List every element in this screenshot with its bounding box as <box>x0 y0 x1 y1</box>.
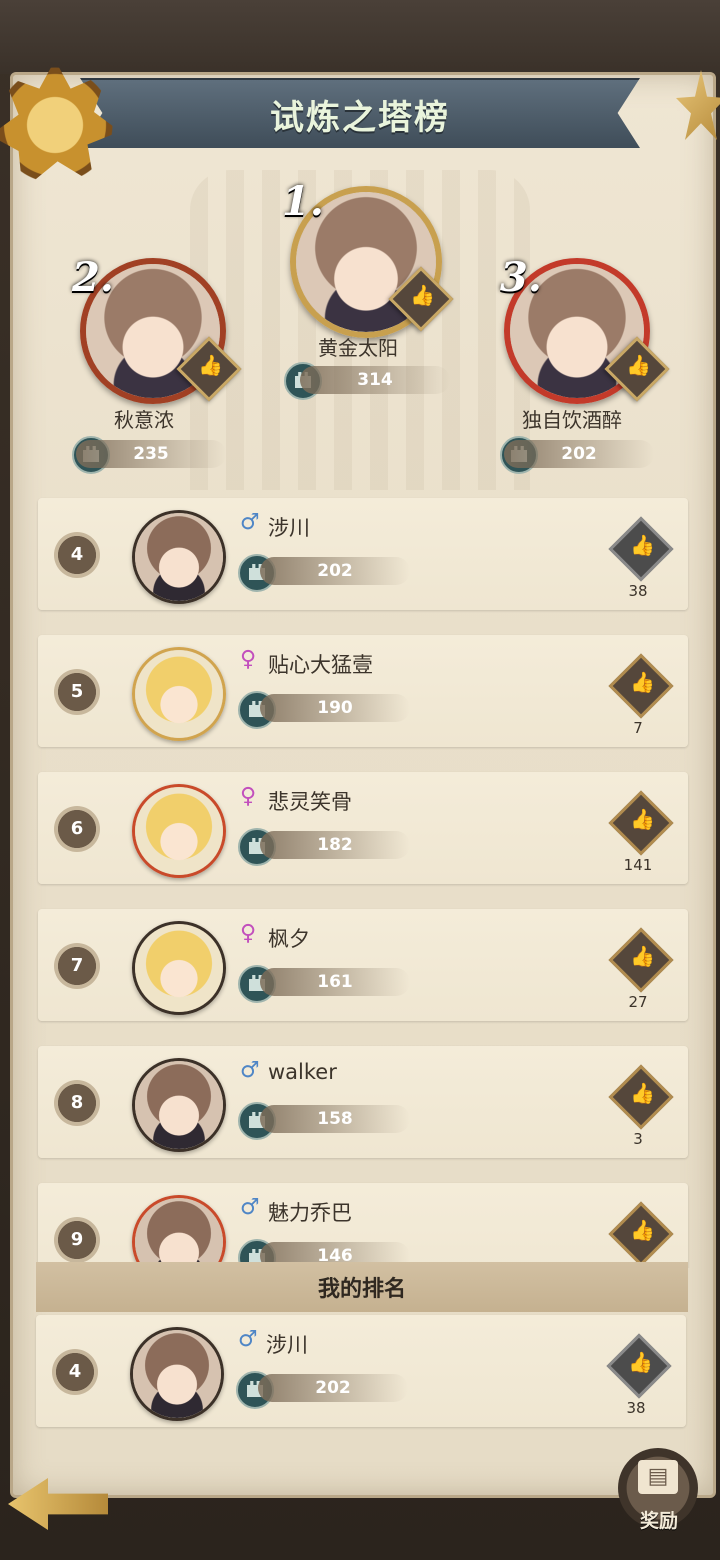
avatar[interactable] <box>132 921 226 1015</box>
rank-badge: 4 <box>52 1349 98 1395</box>
female-icon: ♀ <box>240 921 257 946</box>
my-rank-row[interactable]: 4 ♂ 涉川 202 👍 38 <box>36 1315 686 1427</box>
thumbs-up-icon: 👍 <box>410 282 435 307</box>
like-count: 38 <box>626 1399 646 1417</box>
avatar[interactable] <box>132 1195 226 1268</box>
male-icon: ♂ <box>238 1327 258 1352</box>
like-button[interactable]: 👍 <box>608 927 674 993</box>
list-item[interactable]: 8 ♂ walker 158 👍 3 <box>38 1046 688 1158</box>
male-icon: ♂ <box>240 510 260 535</box>
like-button[interactable]: 👍 <box>608 790 674 856</box>
top-band <box>0 0 720 74</box>
like-button[interactable]: 👍 <box>608 1201 674 1267</box>
avatar[interactable] <box>132 510 226 604</box>
like-button[interactable]: 👍 <box>608 1064 674 1130</box>
thumbs-up-icon: 👍 <box>630 943 655 968</box>
list-item[interactable]: 5 ♀ 贴心大猛壹 190 👍 7 <box>38 635 688 747</box>
score: 182 <box>260 831 410 859</box>
male-icon: ♂ <box>240 1058 260 1083</box>
thumbs-up-icon: 👍 <box>626 352 651 377</box>
avatar-portrait <box>133 1330 221 1418</box>
avatar[interactable] <box>132 647 226 741</box>
rank-badge: 9 <box>54 1217 100 1263</box>
thumbs-up-icon: 👍 <box>198 352 223 377</box>
player-name: walker <box>268 1060 337 1084</box>
podium-score-1: 314 <box>300 366 450 394</box>
score: 190 <box>260 694 410 722</box>
like-count: 27 <box>628 993 648 1011</box>
title-banner: 试炼之塔榜 <box>80 78 640 148</box>
avatar-portrait <box>135 650 223 738</box>
thumbs-up-icon: 👍 <box>628 1349 653 1374</box>
like-button[interactable]: 👍 <box>608 653 674 719</box>
page-title: 试炼之塔榜 <box>270 97 450 138</box>
podium-name-1: 黄金太阳 <box>318 336 398 360</box>
female-icon: ♀ <box>240 647 257 672</box>
male-icon: ♂ <box>240 1195 260 1220</box>
podium-rank-2: 2. <box>72 254 114 301</box>
podium-name-3: 独自饮酒醉 <box>522 408 622 432</box>
rank-badge: 8 <box>54 1080 100 1126</box>
thumbs-up-icon: 👍 <box>630 1080 655 1105</box>
score: 161 <box>260 968 410 996</box>
like-count: 38 <box>628 582 648 600</box>
like-button[interactable]: 👍 <box>608 516 674 582</box>
reward-map-icon: ▤ <box>638 1460 678 1494</box>
podium-rank-3: 3. <box>500 254 542 301</box>
female-icon: ♀ <box>240 784 257 809</box>
rank-badge: 7 <box>54 943 100 989</box>
thumbs-up-icon: 👍 <box>630 532 655 557</box>
like-button[interactable]: 👍 <box>606 1333 672 1399</box>
my-rank-title: 我的排名 <box>317 1277 406 1302</box>
avatar[interactable] <box>132 1058 226 1152</box>
like-count: 7 <box>633 719 643 737</box>
thumbs-up-icon: 👍 <box>630 806 655 831</box>
my-rank-header: 我的排名 <box>36 1262 688 1312</box>
player-name: 涉川 <box>268 516 310 540</box>
avatar-portrait <box>135 1198 223 1268</box>
score: 202 <box>260 557 410 585</box>
podium-score-2: 235 <box>76 440 226 468</box>
list-item[interactable]: 4 ♂ 涉川 202 👍 38 <box>38 498 688 610</box>
ranking-list[interactable]: 4 ♂ 涉川 202 👍 38 5 ♀ 贴心大猛壹 190 👍 7 6 ♀ 悲灵… <box>0 480 720 1268</box>
podium-name-2: 秋意浓 <box>114 408 174 432</box>
like-count: 141 <box>623 856 653 874</box>
podium-rank-1: 1. <box>282 178 324 225</box>
avatar[interactable] <box>132 784 226 878</box>
player-name: 贴心大猛壹 <box>268 653 373 677</box>
avatar-portrait <box>135 924 223 1012</box>
list-item[interactable]: 9 ♂ 魅力乔巴 146 👍 <box>38 1183 688 1268</box>
rank-badge: 5 <box>54 669 100 715</box>
player-name: 魅力乔巴 <box>268 1201 352 1225</box>
avatar-portrait <box>135 513 223 601</box>
list-item[interactable]: 7 ♀ 枫夕 161 👍 27 <box>38 909 688 1021</box>
avatar-portrait <box>135 787 223 875</box>
avatar-portrait <box>135 1061 223 1149</box>
score: 158 <box>260 1105 410 1133</box>
avatar[interactable] <box>130 1327 224 1421</box>
player-name: 涉川 <box>266 1333 308 1357</box>
podium-score-3: 202 <box>504 440 654 468</box>
thumbs-up-icon: 👍 <box>630 1217 655 1242</box>
rank-badge: 6 <box>54 806 100 852</box>
reward-label: 奖励 <box>639 1510 678 1532</box>
rank-badge: 4 <box>54 532 100 578</box>
player-name: 悲灵笑骨 <box>268 790 352 814</box>
player-name: 枫夕 <box>268 927 310 951</box>
thumbs-up-icon: 👍 <box>630 669 655 694</box>
like-count: 3 <box>633 1130 643 1148</box>
score: 202 <box>258 1374 408 1402</box>
list-item[interactable]: 6 ♀ 悲灵笑骨 182 👍 141 <box>38 772 688 884</box>
